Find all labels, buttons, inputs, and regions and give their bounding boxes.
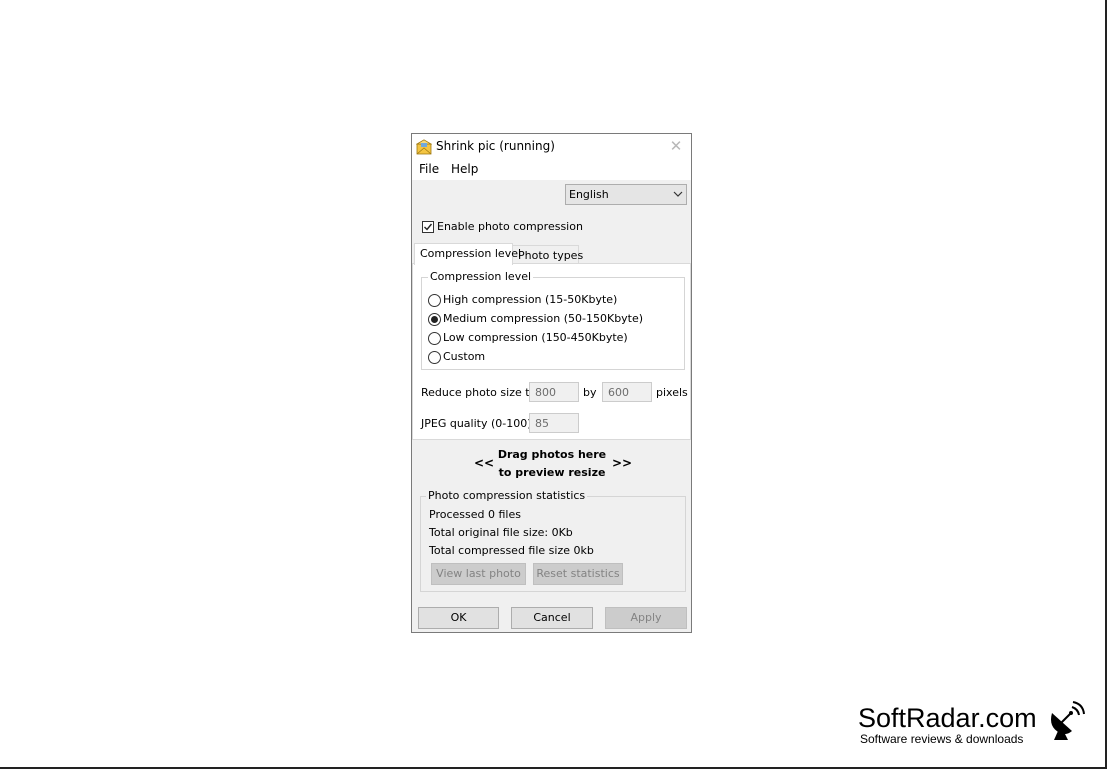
apply-button[interactable]: Apply	[605, 607, 687, 629]
height-field[interactable]: 600	[602, 382, 652, 402]
compressed-size: Total compressed file size 0kb	[429, 544, 594, 557]
language-value: English	[569, 188, 609, 201]
compression-group-title: Compression level	[428, 270, 534, 283]
satellite-dish-icon	[1051, 701, 1085, 740]
envelope-icon	[416, 139, 432, 155]
enable-compression-checkbox[interactable]	[422, 221, 434, 233]
original-size: Total original file size: 0Kb	[429, 526, 573, 539]
tab-compression-level-label: Compression level	[420, 247, 522, 260]
statistics-group-title: Photo compression statistics	[426, 489, 588, 502]
tab-compression-level[interactable]: Compression level	[414, 243, 521, 265]
high-compression-label: High compression (15-50Kbyte)	[443, 293, 618, 306]
radio-medium-compression[interactable]	[428, 313, 441, 326]
reset-statistics-button[interactable]: Reset statistics	[533, 563, 623, 585]
language-select[interactable]: English	[565, 184, 687, 205]
menu-help[interactable]: Help	[451, 162, 478, 176]
window-title: Shrink pic (running)	[436, 139, 555, 153]
drag-hint-line1: Drag photos here	[497, 448, 607, 461]
drag-drop-area[interactable]: << Drag photos here to preview resize >>	[462, 444, 642, 484]
close-icon[interactable]: ✕	[667, 137, 685, 155]
enable-compression-label: Enable photo compression	[437, 220, 583, 233]
drag-hint: Drag photos here to preview resize	[497, 446, 607, 482]
tab-photo-types[interactable]: Photo types	[512, 245, 583, 265]
right-arrow-icon[interactable]: >>	[612, 456, 632, 470]
medium-compression-label: Medium compression (50-150Kbyte)	[443, 312, 644, 325]
watermark-name: SoftRadar.com	[858, 703, 1037, 733]
left-arrow-icon[interactable]: <<	[474, 456, 494, 470]
radio-high-compression[interactable]	[428, 294, 441, 307]
width-field[interactable]: 800	[529, 382, 579, 402]
title-bar[interactable]: Shrink pic (running) ✕	[412, 134, 691, 160]
shrink-pic-window: Shrink pic (running) ✕ File Help English…	[411, 133, 692, 633]
by-label: by	[583, 386, 597, 399]
drag-hint-line2: to preview resize	[498, 466, 606, 479]
chevron-down-icon	[673, 191, 683, 197]
tab-photo-types-label: Photo types	[518, 249, 584, 262]
custom-label: Custom	[443, 350, 486, 363]
statistics-group: Photo compression statistics Processed 0…	[420, 489, 686, 592]
height-value: 600	[608, 386, 629, 399]
compression-level-group: Compression level High compression (15-5…	[421, 270, 685, 370]
ok-button[interactable]: OK	[418, 607, 499, 629]
cancel-button[interactable]: Cancel	[511, 607, 593, 629]
menu-bar: File Help	[412, 160, 691, 180]
radio-low-compression[interactable]	[428, 332, 441, 345]
menu-file[interactable]: File	[419, 162, 439, 176]
watermark-tagline: Software reviews & downloads	[860, 732, 1024, 746]
width-value: 800	[535, 386, 556, 399]
view-last-photo-button[interactable]: View last photo	[431, 563, 526, 585]
reduce-size-label: Reduce photo size to	[421, 386, 537, 399]
jpeg-quality-value: 85	[535, 417, 549, 430]
low-compression-label: Low compression (150-450Kbyte)	[443, 331, 628, 344]
jpeg-quality-label: JPEG quality (0-100):	[421, 417, 536, 430]
checkmark-icon	[424, 223, 433, 231]
pixels-label: pixels	[656, 386, 688, 399]
compression-tab-panel: Compression level High compression (15-5…	[412, 263, 691, 440]
processed-count: Processed 0 files	[429, 508, 521, 521]
radio-custom[interactable]	[428, 351, 441, 364]
jpeg-quality-field[interactable]: 85	[529, 413, 579, 433]
